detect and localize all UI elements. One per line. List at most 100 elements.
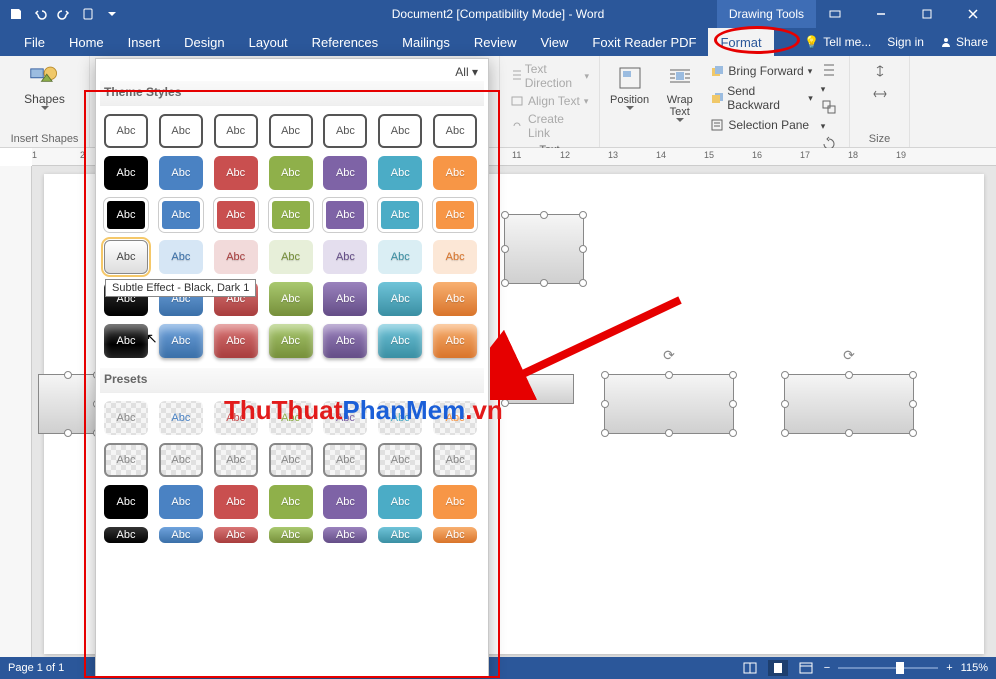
preset-swatch[interactable]: Abc (159, 527, 203, 543)
zoom-level[interactable]: 115% (961, 662, 988, 674)
create-link-button[interactable]: Create Link (506, 110, 593, 142)
tab-design[interactable]: Design (172, 28, 236, 56)
style-swatch[interactable]: Abc (323, 324, 367, 358)
maximize-icon[interactable] (904, 0, 950, 28)
shape-rectangle[interactable]: ⟳ (784, 374, 914, 434)
tab-insert[interactable]: Insert (116, 28, 173, 56)
rotate-handle-icon[interactable]: ⟳ (843, 347, 855, 364)
share-button[interactable]: Share (932, 28, 996, 56)
tab-file[interactable]: File (12, 28, 57, 56)
style-swatch[interactable]: Abc (323, 156, 367, 190)
preset-swatch[interactable]: Abc (378, 485, 422, 519)
preset-swatch[interactable]: Abc (104, 443, 148, 477)
close-icon[interactable] (950, 0, 996, 28)
style-swatch[interactable]: Abc (323, 114, 367, 148)
preset-swatch[interactable]: Abc (433, 527, 477, 543)
save-icon[interactable] (4, 2, 28, 26)
style-swatch[interactable]: Abc (378, 240, 422, 274)
page-indicator[interactable]: Page 1 of 1 (8, 662, 64, 674)
preset-swatch[interactable]: Abc (323, 485, 367, 519)
selection-pane-button[interactable]: Selection Pane (706, 116, 816, 134)
style-swatch[interactable]: Abc (433, 324, 477, 358)
tab-layout[interactable]: Layout (237, 28, 300, 56)
tab-foxit[interactable]: Foxit Reader PDF (580, 28, 708, 56)
size-height-icon[interactable] (872, 64, 888, 81)
preset-swatch[interactable]: Abc (214, 485, 258, 519)
shape-rectangle[interactable] (38, 374, 98, 434)
ribbon-display-icon[interactable] (812, 0, 858, 28)
style-swatch[interactable]: Abc (378, 198, 422, 232)
align-text-button[interactable]: Align Text ▾ (506, 92, 593, 110)
style-swatch[interactable]: Abc (323, 282, 367, 316)
style-swatch[interactable]: Abc (323, 198, 367, 232)
text-direction-button[interactable]: Text Direction ▾ (506, 60, 593, 92)
preset-swatch[interactable]: Abc (269, 443, 313, 477)
group-button[interactable]: ▾ (821, 99, 843, 132)
shape-rectangle[interactable]: ⟳ (604, 374, 734, 434)
style-swatch[interactable]: Abc (159, 324, 203, 358)
web-layout-icon[interactable] (796, 660, 816, 676)
style-swatch[interactable]: Abc (269, 240, 313, 274)
preset-swatch[interactable]: Abc (269, 485, 313, 519)
preset-swatch[interactable]: Abc (159, 401, 203, 435)
preset-swatch[interactable]: Abc (214, 443, 258, 477)
style-swatch[interactable]: Abc (433, 240, 477, 274)
style-swatch[interactable]: Abc (433, 282, 477, 316)
tell-me-search[interactable]: 💡Tell me... (796, 28, 879, 56)
send-backward-button[interactable]: Send Backward ▾ (706, 82, 816, 114)
bring-forward-button[interactable]: Bring Forward ▾ (706, 62, 816, 80)
tab-view[interactable]: View (528, 28, 580, 56)
style-swatch-hovered[interactable]: AbcSubtle Effect - Black, Dark 1 (104, 240, 148, 274)
preset-swatch[interactable]: Abc (269, 527, 313, 543)
align-button[interactable]: ▾ (821, 62, 843, 95)
zoom-out-button[interactable]: − (824, 662, 830, 674)
style-swatch[interactable]: Abc (323, 240, 367, 274)
style-swatch[interactable]: Abc (214, 156, 258, 190)
tab-review[interactable]: Review (462, 28, 529, 56)
preset-swatch[interactable]: Abc (433, 401, 477, 435)
style-swatch[interactable]: Abc (269, 324, 313, 358)
style-swatch[interactable]: Abc (378, 156, 422, 190)
style-swatch[interactable]: Abc (269, 198, 313, 232)
touch-mode-icon[interactable] (76, 2, 100, 26)
style-swatch[interactable]: Abc (104, 198, 148, 232)
style-swatch[interactable]: Abc (378, 282, 422, 316)
tab-mailings[interactable]: Mailings (390, 28, 462, 56)
style-swatch[interactable]: Abc (104, 114, 148, 148)
read-mode-icon[interactable] (740, 660, 760, 676)
style-swatch[interactable]: Abc (269, 114, 313, 148)
size-width-icon[interactable] (872, 87, 888, 104)
style-swatch[interactable]: Abc (159, 156, 203, 190)
zoom-in-button[interactable]: + (946, 662, 952, 674)
preset-swatch[interactable]: Abc (323, 527, 367, 543)
preset-swatch[interactable]: Abc (378, 527, 422, 543)
style-swatch[interactable]: Abc (269, 156, 313, 190)
zoom-slider[interactable] (838, 667, 938, 669)
preset-swatch[interactable]: Abc (378, 443, 422, 477)
preset-swatch[interactable]: Abc (214, 527, 258, 543)
tab-format[interactable]: Format (708, 28, 773, 56)
preset-swatch[interactable]: Abc (104, 401, 148, 435)
style-swatch[interactable]: Abc (159, 198, 203, 232)
style-swatch[interactable]: Abc (159, 114, 203, 148)
style-swatch[interactable]: Abc (433, 156, 477, 190)
sign-in-link[interactable]: Sign in (879, 28, 932, 56)
undo-icon[interactable] (28, 2, 52, 26)
style-swatch[interactable]: Abc (104, 156, 148, 190)
shape-rectangle[interactable] (504, 214, 584, 284)
tab-references[interactable]: References (300, 28, 390, 56)
preset-swatch[interactable]: Abc (159, 443, 203, 477)
style-swatch[interactable]: Abc (159, 240, 203, 274)
preset-swatch[interactable]: Abc (378, 401, 422, 435)
style-swatch[interactable]: Abc (433, 198, 477, 232)
shapes-gallery-icon[interactable] (29, 60, 61, 92)
style-swatch[interactable]: Abc (433, 114, 477, 148)
preset-swatch[interactable]: Abc (214, 401, 258, 435)
preset-swatch[interactable]: Abc (323, 401, 367, 435)
style-swatch[interactable]: Abc (104, 324, 148, 358)
gallery-filter-dropdown[interactable]: All ▾ (455, 65, 478, 79)
minimize-icon[interactable] (858, 0, 904, 28)
style-swatch[interactable]: Abc (214, 114, 258, 148)
preset-swatch[interactable]: Abc (104, 485, 148, 519)
style-swatch[interactable]: Abc (214, 324, 258, 358)
